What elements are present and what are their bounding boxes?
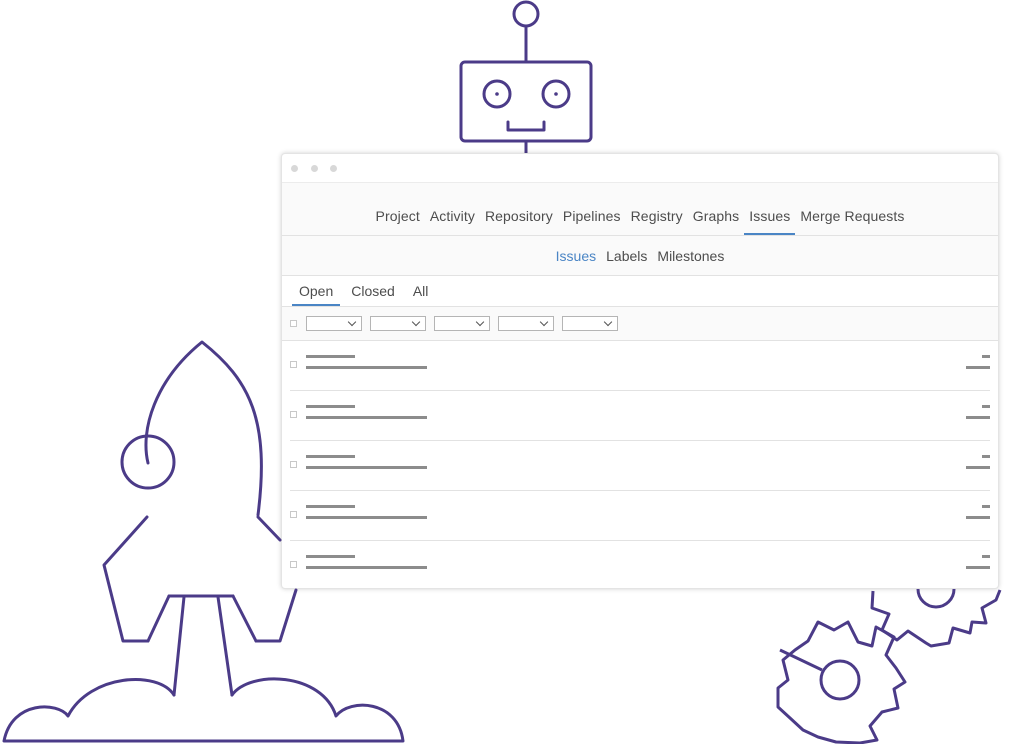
issue-meta-placeholder <box>306 416 427 419</box>
subnav-milestones[interactable]: Milestones <box>652 248 729 264</box>
issue-count-placeholder <box>982 555 990 558</box>
filter-dropdown[interactable] <box>562 316 618 331</box>
issue-checkbox[interactable] <box>290 361 297 368</box>
nav-pipelines[interactable]: Pipelines <box>558 208 626 235</box>
issue-row[interactable] <box>290 441 990 491</box>
nav-activity[interactable]: Activity <box>425 208 480 235</box>
issue-date-placeholder <box>966 516 990 519</box>
issue-checkbox[interactable] <box>290 511 297 518</box>
window-titlebar <box>282 154 998 183</box>
issue-count-placeholder <box>982 455 990 458</box>
filter-bar <box>282 307 998 341</box>
close-dot[interactable] <box>291 165 298 172</box>
filter-dropdown[interactable] <box>306 316 362 331</box>
app-window: Project Activity Repository Pipelines Re… <box>281 153 999 589</box>
issue-checkbox[interactable] <box>290 461 297 468</box>
issue-checkbox[interactable] <box>290 411 297 418</box>
issue-row[interactable] <box>290 541 990 588</box>
issue-date-placeholder <box>966 566 990 569</box>
sub-nav: Issues Labels Milestones <box>282 236 998 276</box>
subnav-issues[interactable]: Issues <box>551 248 601 264</box>
issue-list <box>282 341 998 588</box>
cloud-icon <box>2 677 405 743</box>
issue-meta-placeholder <box>306 366 427 369</box>
issue-row[interactable] <box>290 341 990 391</box>
issue-count-placeholder <box>982 355 990 358</box>
nav-repository[interactable]: Repository <box>480 208 558 235</box>
issue-title-placeholder <box>306 505 355 508</box>
nav-issues[interactable]: Issues <box>744 208 796 235</box>
maximize-dot[interactable] <box>330 165 337 172</box>
issue-title-placeholder <box>306 555 355 558</box>
issue-meta-placeholder <box>306 466 427 469</box>
issue-meta-placeholder <box>306 566 427 569</box>
filter-dropdown[interactable] <box>498 316 554 331</box>
nav-project[interactable]: Project <box>371 208 425 235</box>
issue-count-placeholder <box>982 405 990 408</box>
nav-merge-requests[interactable]: Merge Requests <box>795 208 909 235</box>
issue-state-tabs: Open Closed All <box>282 276 998 307</box>
subnav-labels[interactable]: Labels <box>601 248 652 264</box>
issue-row[interactable] <box>290 491 990 541</box>
issue-meta-placeholder <box>306 516 427 519</box>
tab-all[interactable]: All <box>406 283 436 306</box>
chevron-down-icon <box>411 317 421 327</box>
rocket-icon <box>144 340 263 517</box>
main-nav: Project Activity Repository Pipelines Re… <box>282 183 998 236</box>
tab-closed[interactable]: Closed <box>344 283 402 306</box>
issue-title-placeholder <box>306 355 355 358</box>
select-all-checkbox[interactable] <box>290 320 297 327</box>
issue-checkbox[interactable] <box>290 561 297 568</box>
nav-graphs[interactable]: Graphs <box>688 208 745 235</box>
chevron-down-icon <box>603 317 613 327</box>
issue-date-placeholder <box>966 416 990 419</box>
issue-row[interactable] <box>290 391 990 441</box>
filter-dropdown[interactable] <box>370 316 426 331</box>
issue-title-placeholder <box>306 405 355 408</box>
minimize-dot[interactable] <box>311 165 318 172</box>
issue-count-placeholder <box>982 505 990 508</box>
chevron-down-icon <box>539 317 549 327</box>
issue-title-placeholder <box>306 455 355 458</box>
gear-icon <box>776 588 1002 744</box>
issue-date-placeholder <box>966 466 990 469</box>
chevron-down-icon <box>347 317 357 327</box>
issue-date-placeholder <box>966 366 990 369</box>
tab-open[interactable]: Open <box>292 283 341 306</box>
chevron-down-icon <box>475 317 485 327</box>
nav-registry[interactable]: Registry <box>626 208 688 235</box>
filter-dropdown[interactable] <box>434 316 490 331</box>
